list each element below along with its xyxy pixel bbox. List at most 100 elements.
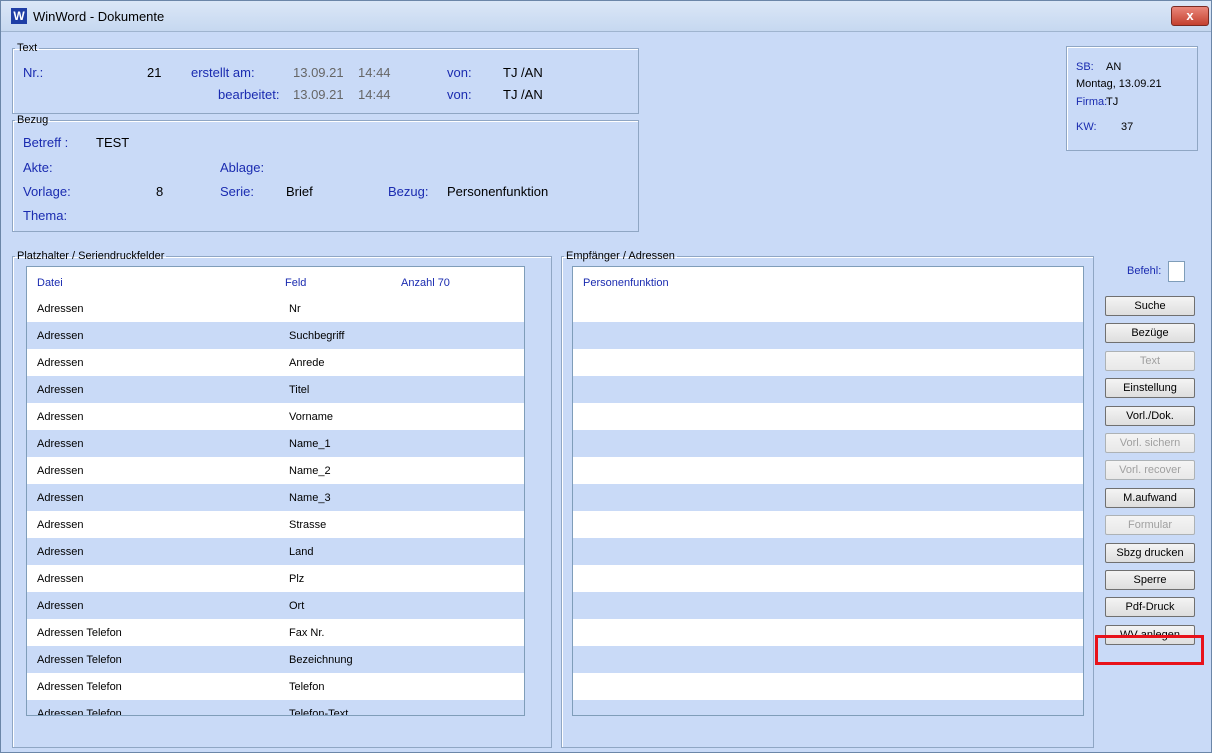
row-datei: Adressen — [37, 546, 84, 558]
row-feld: Suchbegriff — [289, 330, 345, 342]
row-feld: Name_2 — [289, 465, 331, 477]
button-pdf-druck[interactable]: Pdf-Druck — [1105, 597, 1195, 618]
row-feld: Name_1 — [289, 438, 331, 450]
table-row[interactable]: Adressen Suchbegriff — [27, 322, 524, 349]
table-row[interactable]: Adressen Telefon Fax Nr. — [27, 619, 524, 646]
button-bez-ge[interactable]: Bezüge — [1105, 323, 1195, 344]
button-vorl-sichern[interactable]: Vorl. sichern — [1105, 433, 1195, 453]
recipient-row[interactable] — [573, 619, 1083, 646]
table-row[interactable]: Adressen Plz — [27, 565, 524, 592]
table-row[interactable]: Adressen Anrede — [27, 349, 524, 376]
table-row[interactable]: Adressen Nr — [27, 295, 524, 322]
button-sperre[interactable]: Sperre — [1105, 570, 1195, 590]
recipient-row[interactable] — [573, 403, 1083, 430]
button-m-aufwand[interactable]: M.aufwand — [1105, 487, 1195, 508]
row-feld: Anrede — [289, 357, 325, 369]
close-button[interactable]: x — [1171, 6, 1209, 26]
row-feld: Nr — [289, 303, 301, 315]
row-datei: Adressen Telefon — [37, 654, 122, 666]
recipient-row[interactable] — [573, 673, 1083, 700]
recipient-row[interactable] — [573, 700, 1083, 715]
thema-label: Thema: — [23, 208, 68, 223]
recipient-row[interactable] — [573, 349, 1083, 376]
table-row[interactable]: Adressen Name_2 — [27, 457, 524, 484]
row-feld: Strasse — [289, 519, 327, 531]
main-window: W WinWord - Dokumente x Text Nr.: 21 ers… — [0, 0, 1212, 753]
col-header-datei[interactable]: Datei — [37, 277, 63, 289]
table-row[interactable]: Adressen Name_1 — [27, 430, 524, 457]
row-datei: Adressen Telefon — [37, 708, 122, 716]
placeholder-group-legend: Platzhalter / Seriendruckfelder — [17, 250, 165, 262]
bezug-group: Bezug — [12, 114, 639, 232]
recipient-row[interactable] — [573, 295, 1083, 322]
created-by-label: von: — [447, 65, 472, 80]
col-header-anzahl: Anzahl 70 — [401, 277, 450, 289]
button-formular[interactable]: Formular — [1105, 515, 1195, 536]
row-feld: Vorname — [289, 411, 334, 423]
row-datei: Adressen — [37, 384, 84, 396]
row-datei: Adressen — [37, 573, 84, 585]
table-row[interactable]: Adressen Ort — [27, 592, 524, 619]
recipient-row[interactable] — [573, 457, 1083, 484]
button-text[interactable]: Text — [1105, 350, 1195, 371]
table-row[interactable]: Adressen Telefon Bezeichnung — [27, 646, 524, 673]
button-vorl-recover[interactable]: Vorl. recover — [1105, 460, 1195, 481]
dialog-content: Text Nr.: 21 erstellt am: 13.09.21 14:44… — [1, 32, 1211, 752]
button-vorl-dok[interactable]: Vorl./Dok. — [1105, 405, 1195, 426]
recipient-row[interactable] — [573, 538, 1083, 565]
recipient-row[interactable] — [573, 484, 1083, 511]
row-datei: Adressen Telefon — [37, 627, 122, 639]
text-group-legend: Text — [17, 42, 38, 54]
col-header-feld[interactable]: Feld — [285, 277, 306, 289]
recipient-row[interactable] — [573, 565, 1083, 592]
winword-app-icon: W — [11, 8, 27, 24]
row-datei: Adressen — [37, 411, 84, 423]
placeholder-list[interactable]: Datei Feld Anzahl 70 Adressen Nr Adressen S… — [26, 266, 525, 716]
created-time: 14:44 — [358, 65, 391, 80]
row-datei: Adressen Telefon — [37, 681, 122, 693]
row-feld: Ort — [289, 600, 305, 612]
row-datei: Adressen — [37, 438, 84, 450]
title-bar[interactable]: W WinWord - Dokumente x — [1, 1, 1211, 32]
recipient-row[interactable] — [573, 646, 1083, 673]
row-feld: Telefon — [289, 681, 325, 693]
bezug-label: Bezug: — [388, 184, 429, 199]
command-input[interactable] — [1168, 261, 1185, 282]
table-row[interactable]: Adressen Telefon Telefon — [27, 673, 524, 700]
row-feld: Telefon-Text — [289, 708, 349, 716]
recipient-row[interactable] — [573, 376, 1083, 403]
row-feld: Name_3 — [289, 492, 331, 504]
recipient-row[interactable] — [573, 430, 1083, 457]
button-sbzg-drucken[interactable]: Sbzg drucken — [1105, 542, 1195, 563]
bezug-value: Personenfunktion — [447, 184, 549, 199]
recipient-row[interactable] — [573, 592, 1083, 619]
row-feld: Plz — [289, 573, 305, 585]
created-date: 13.09.21 — [293, 65, 344, 80]
table-row[interactable]: Adressen Land — [27, 538, 524, 565]
button-einstellung[interactable]: Einstellung — [1105, 378, 1195, 399]
recipients-header[interactable]: Personenfunktion — [583, 277, 669, 289]
recipients-group-legend: Empfänger / Adressen — [566, 250, 675, 262]
created-by: TJ /AN — [503, 65, 543, 80]
edited-time: 14:44 — [358, 87, 391, 102]
table-row[interactable]: Adressen Strasse — [27, 511, 524, 538]
firma-label: Firma: — [1076, 96, 1108, 108]
button-suche[interactable]: Suche — [1105, 296, 1195, 316]
created-label: erstellt am: — [191, 65, 255, 80]
row-feld: Fax Nr. — [289, 627, 325, 639]
recipients-list[interactable]: Personenfunktion — [572, 266, 1084, 716]
row-datei: Adressen — [37, 600, 84, 612]
kw-value: 37 — [1121, 121, 1134, 133]
table-row[interactable]: Adressen Vorname — [27, 403, 524, 430]
recipient-row[interactable] — [573, 322, 1083, 349]
sb-value: AN — [1106, 61, 1122, 73]
table-row[interactable]: Adressen Name_3 — [27, 484, 524, 511]
table-row[interactable]: Adressen Telefon Telefon-Text — [27, 700, 524, 716]
table-row[interactable]: Adressen Titel — [27, 376, 524, 403]
row-datei: Adressen — [37, 519, 84, 531]
row-feld: Land — [289, 546, 314, 558]
ablage-label: Ablage: — [220, 160, 265, 175]
betreff-value: TEST — [96, 135, 130, 150]
recipient-row[interactable] — [573, 511, 1083, 538]
command-label: Befehl: — [1127, 265, 1162, 277]
